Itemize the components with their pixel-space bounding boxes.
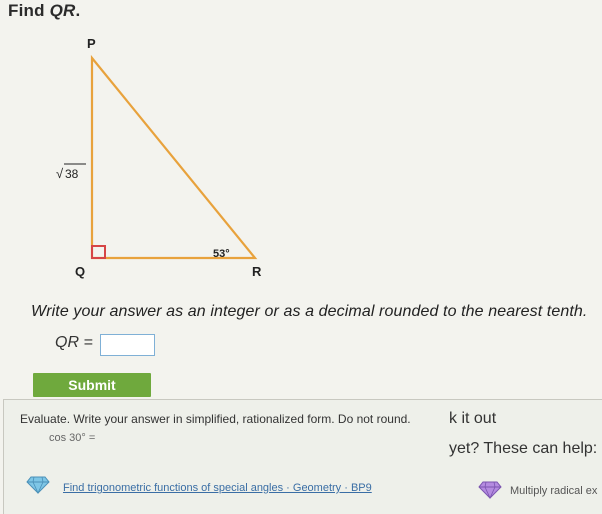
vertex-p-label: P [87, 36, 96, 51]
question-title: Find QR. [8, 1, 80, 21]
question-suffix: . [75, 1, 81, 20]
side-pq-label: √ 38 [56, 163, 86, 181]
answer-input[interactable] [100, 334, 155, 356]
skill-link-special-angles[interactable]: Find trigonometric functions of special … [63, 482, 372, 494]
skill-link-multiply-radical[interactable]: Multiply radical ex [510, 485, 597, 497]
hint-prompt: Evaluate. Write your answer in simplifie… [20, 412, 411, 426]
vertex-q-label: Q [75, 264, 85, 279]
gem-icon [478, 481, 502, 499]
question-variable: QR [49, 1, 76, 20]
side-pq-value: 38 [65, 167, 79, 181]
vertex-r-label: R [252, 264, 262, 279]
radical-sign: √ [56, 166, 64, 181]
answer-label: QR = [55, 334, 93, 351]
help-out-heading: k it out [449, 410, 497, 427]
triangle-figure: P Q R √ 38 53° [56, 36, 262, 279]
submit-button[interactable]: Submit [33, 373, 151, 397]
angle-r-label: 53° [213, 248, 230, 260]
help-prompt: yet? These can help: [449, 440, 598, 457]
triangle-shape [90, 54, 258, 260]
gem-icon [26, 476, 50, 494]
hint-expression: cos 30° = [49, 432, 96, 444]
right-angle-marker [91, 245, 106, 259]
instructions-text: Write your answer as an integer or as a … [31, 303, 588, 320]
question-prefix: Find [8, 1, 50, 20]
